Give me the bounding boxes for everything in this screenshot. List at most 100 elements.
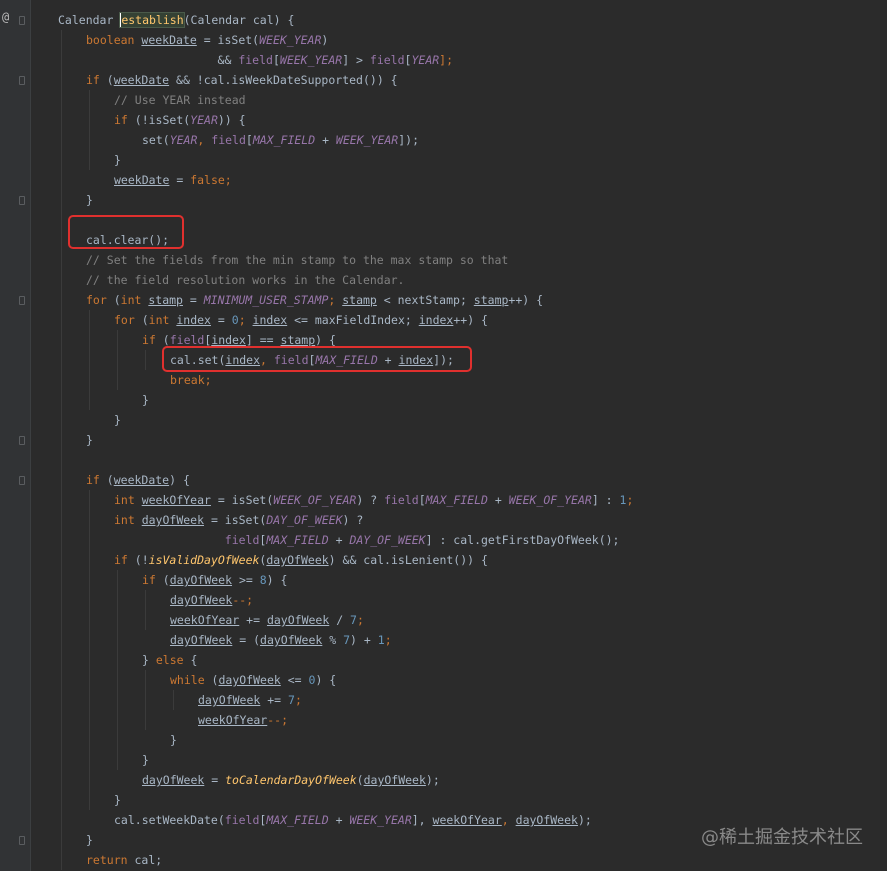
code-token: field xyxy=(169,333,205,347)
code-token: --; xyxy=(232,593,254,607)
code-token: += xyxy=(260,693,289,707)
code-token: 1 xyxy=(377,633,385,647)
code-token: isValidDayOfWeek xyxy=(148,553,260,567)
code-token: )) { xyxy=(217,113,246,127)
code-line[interactable]: } xyxy=(114,150,121,170)
code-line[interactable]: dayOfWeek = toCalendarDayOfWeek(dayOfWee… xyxy=(142,770,440,790)
code-token: [ xyxy=(245,133,253,147)
code-token: = xyxy=(204,773,226,787)
code-token: ]); xyxy=(398,133,420,147)
code-token: ++) { xyxy=(508,293,544,307)
code-line[interactable]: } xyxy=(170,730,177,750)
code-line[interactable]: // the field resolution works in the Cal… xyxy=(86,270,405,290)
code-token: index xyxy=(211,333,246,347)
fold-marker-icon[interactable] xyxy=(19,836,25,845)
code-token: (!isSet( xyxy=(134,113,191,127)
code-token: ; xyxy=(356,613,364,627)
code-line[interactable]: Calendar establish(Calendar cal) { xyxy=(58,10,294,30)
code-line[interactable]: if (weekDate) { xyxy=(86,470,190,490)
code-line[interactable]: // Set the fields from the min stamp to … xyxy=(86,250,508,270)
code-line[interactable]: } xyxy=(86,830,93,850)
fold-marker-icon[interactable] xyxy=(19,476,25,485)
code-token: index xyxy=(418,313,454,327)
code-line[interactable]: } else { xyxy=(142,650,197,670)
code-line[interactable]: if (weekDate && !cal.isWeekDateSupported… xyxy=(86,70,398,90)
indent-guide xyxy=(89,490,90,810)
code-line[interactable]: } xyxy=(114,410,121,430)
code-token: else xyxy=(155,653,191,667)
code-line[interactable]: dayOfWeek = (dayOfWeek % 7) + 1; xyxy=(170,630,392,650)
indent-guide xyxy=(61,30,62,870)
code-line[interactable]: if (dayOfWeek >= 8) { xyxy=(142,570,287,590)
code-token: ) { xyxy=(315,333,336,347)
code-token: / xyxy=(329,613,351,627)
fold-marker-icon[interactable] xyxy=(19,76,25,85)
code-line[interactable]: && field[WEEK_YEAR] > field[YEAR]; xyxy=(86,50,453,70)
fold-marker-icon[interactable] xyxy=(19,436,25,445)
code-token: cal.setWeekDate( xyxy=(114,813,225,827)
code-token: ] > xyxy=(342,53,370,67)
code-token: = xyxy=(210,313,232,327)
code-token: return xyxy=(86,853,135,867)
code-token: ); xyxy=(577,813,592,827)
code-line[interactable]: boolean weekDate = isSet(WEEK_YEAR) xyxy=(86,30,328,50)
fold-marker-icon[interactable] xyxy=(19,16,25,25)
code-line[interactable]: for (int index = 0; index <= maxFieldInd… xyxy=(114,310,488,330)
fold-marker-icon[interactable] xyxy=(19,296,25,305)
code-line[interactable]: return cal; xyxy=(86,850,162,870)
code-line[interactable]: } xyxy=(86,190,93,210)
code-token: stamp xyxy=(473,293,509,307)
code-token: YEAR xyxy=(411,53,440,67)
code-line[interactable]: set(YEAR, field[MAX_FIELD + WEEK_YEAR]); xyxy=(142,130,419,150)
code-editor[interactable]: Calendar establish(Calendar cal) {boolea… xyxy=(30,0,887,871)
code-line[interactable]: field[MAX_FIELD + DAY_OF_WEEK] : cal.get… xyxy=(114,530,620,550)
code-token: ++) { xyxy=(453,313,488,327)
code-line[interactable]: if (!isValidDayOfWeek(dayOfWeek) && cal.… xyxy=(114,550,488,570)
code-token: ; xyxy=(384,633,392,647)
code-token: YEAR xyxy=(169,133,198,147)
code-token: (! xyxy=(134,553,149,567)
code-token: ) { xyxy=(169,473,190,487)
code-token: dayOfWeek xyxy=(515,813,578,827)
code-token: ( xyxy=(356,773,364,787)
code-line[interactable]: // Use YEAR instead xyxy=(114,90,246,110)
code-token: if xyxy=(86,473,107,487)
code-line[interactable]: if (!isSet(YEAR)) { xyxy=(114,110,246,130)
code-token: dayOfWeek xyxy=(218,673,281,687)
code-token: weekOfYear xyxy=(432,813,502,827)
code-line[interactable]: weekDate = false; xyxy=(114,170,232,190)
code-token: ( xyxy=(141,313,149,327)
code-line[interactable]: for (int stamp = MINIMUM_USER_STAMP; sta… xyxy=(86,290,543,310)
code-token: && !cal.isWeekDateSupported()) { xyxy=(169,73,398,87)
code-token: WEEK_YEAR xyxy=(349,813,412,827)
code-token: int xyxy=(148,313,177,327)
code-token: ] : cal.getFirstDayOfWeek(); xyxy=(425,533,620,547)
code-token: if xyxy=(142,333,163,347)
indent-guide xyxy=(145,350,146,370)
code-line[interactable]: dayOfWeek--; xyxy=(170,590,253,610)
code-token: ( xyxy=(162,573,170,587)
code-token: MINIMUM_USER_STAMP xyxy=(203,293,329,307)
code-line[interactable]: } xyxy=(114,790,121,810)
code-line[interactable]: } xyxy=(142,750,149,770)
indent-guide xyxy=(89,90,90,170)
code-line[interactable]: break; xyxy=(170,370,212,390)
code-token: [ xyxy=(418,493,426,507)
code-line[interactable]: } xyxy=(142,390,149,410)
code-token: dayOfWeek xyxy=(141,513,205,527)
code-line[interactable]: weekOfYear += dayOfWeek / 7; xyxy=(170,610,364,630)
code-line[interactable]: while (dayOfWeek <= 0) { xyxy=(170,670,336,690)
code-line[interactable]: weekOfYear--; xyxy=(198,710,288,730)
indent-guide xyxy=(117,570,118,770)
code-line[interactable]: int weekOfYear = isSet(WEEK_OF_YEAR) ? f… xyxy=(114,490,633,510)
code-line[interactable]: dayOfWeek += 7; xyxy=(198,690,302,710)
code-token: + xyxy=(487,493,509,507)
code-line[interactable]: int dayOfWeek = isSet(DAY_OF_WEEK) ? xyxy=(114,510,363,530)
code-line[interactable]: cal.setWeekDate(field[MAX_FIELD + WEEK_Y… xyxy=(114,810,592,830)
fold-marker-icon[interactable] xyxy=(19,196,25,205)
override-marker-icon[interactable]: @ xyxy=(2,10,9,24)
code-token: field xyxy=(211,133,246,147)
code-token: WEEK_OF_YEAR xyxy=(273,493,357,507)
code-line[interactable]: } xyxy=(86,430,93,450)
